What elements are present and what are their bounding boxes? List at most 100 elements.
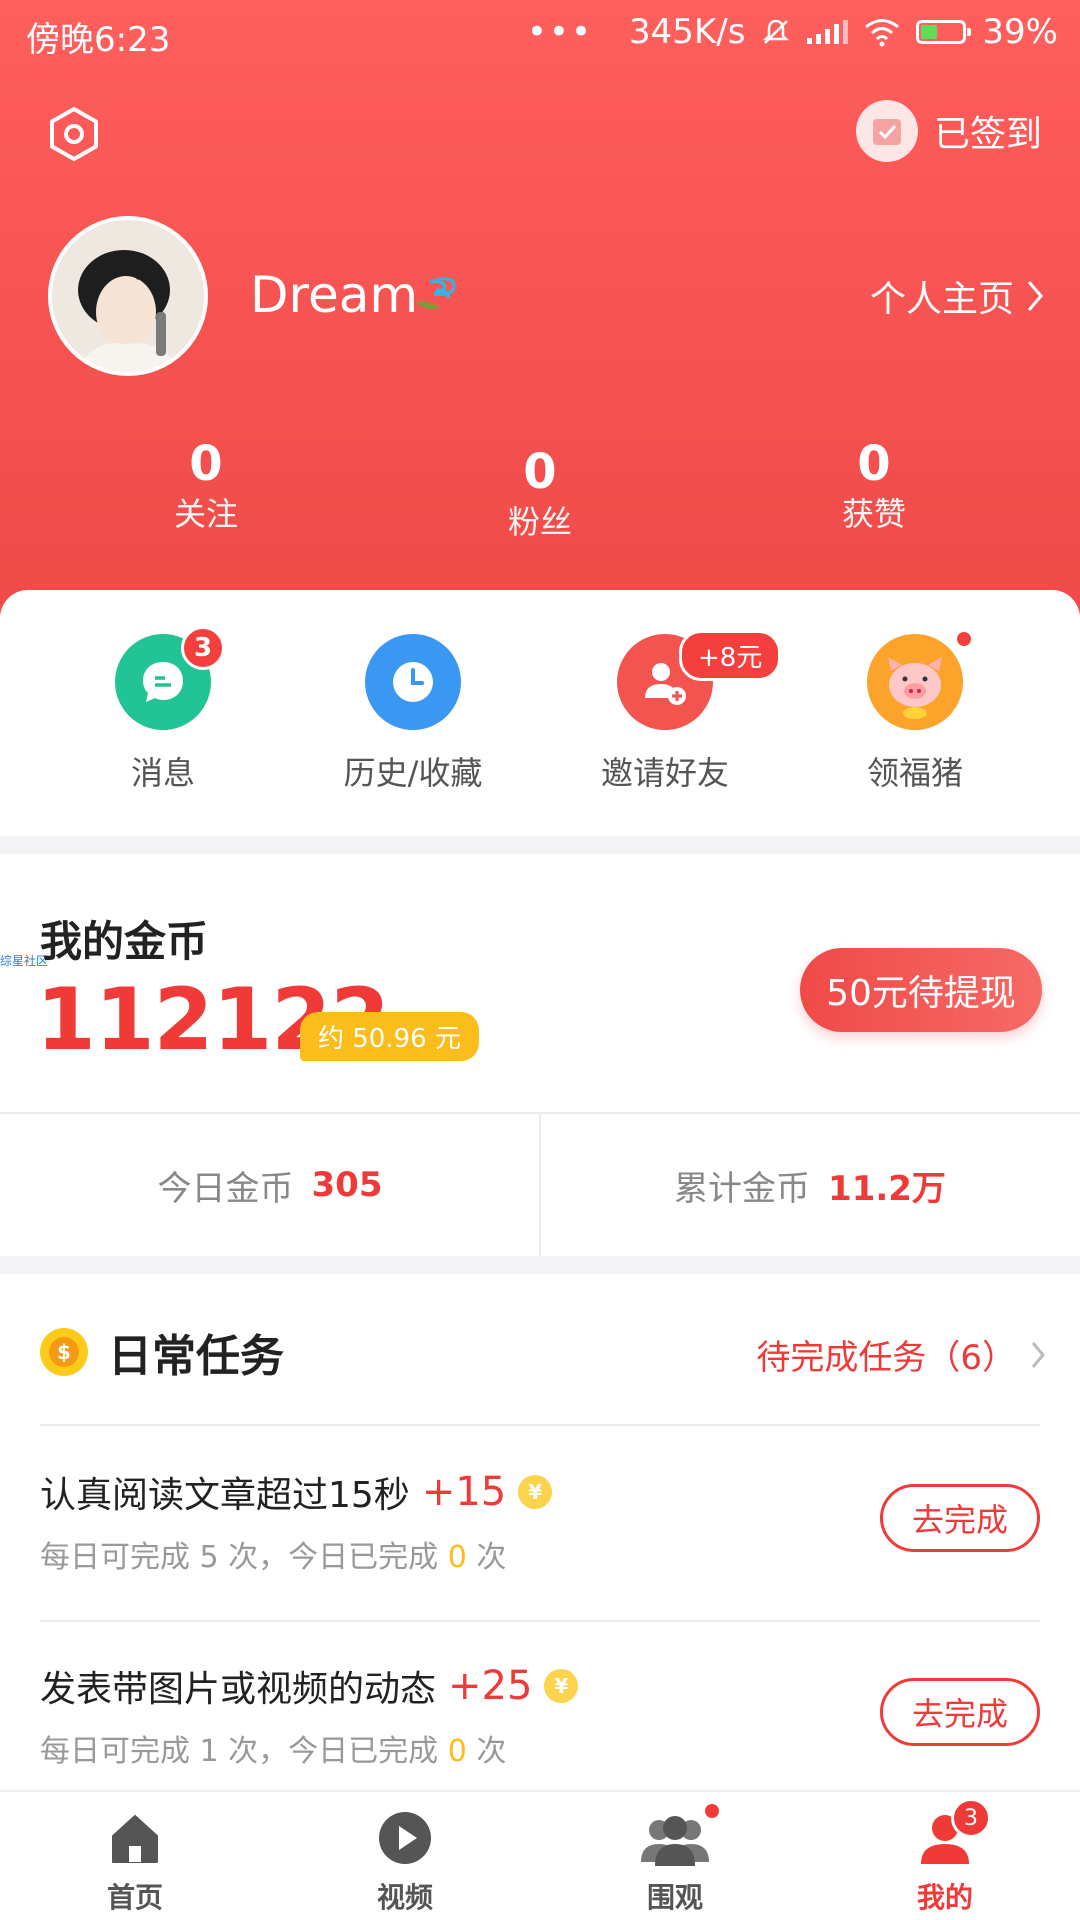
tab-spectate[interactable]: 围观 [540,1804,810,1916]
stat-likes[interactable]: 0 获赞 [774,436,974,536]
task-done-count: 0 [447,1540,467,1575]
complete-task-button[interactable]: 去完成 [880,1678,1040,1746]
play-icon [375,1808,435,1868]
profile-stats: 0 关注 0 粉丝 0 获赞 [0,436,1080,556]
tab-mine[interactable]: 3 我的 [810,1798,1080,1916]
network-speed: 345K/s [629,12,746,52]
task-progress-prefix: 每日可完成 1 次，今日已完成 [40,1734,448,1769]
profile-link-label: 个人主页 [869,279,1014,320]
task-item: 发表带图片或视频的动态 +25 ¥ 每日可完成 1 次，今日已完成 0 次 去完… [40,1660,1040,1770]
settings-icon[interactable] [44,104,104,164]
task-reward: +15 [421,1469,507,1515]
stat-label: 粉丝 [507,503,572,541]
tab-label: 围观 [646,1881,703,1914]
tab-label: 视频 [376,1881,433,1914]
clock-icon [365,634,461,730]
tab-video[interactable]: 视频 [270,1808,540,1916]
total-coins-value: 11.2万 [828,1168,946,1209]
main-card: 3 消息 历史/收藏 +8元 邀请好友 领福猪 综星社区 我的金币 112122… [0,590,1080,1790]
wifi-icon [865,19,900,47]
group-icon [641,1804,719,1868]
status-bar: 傍晚6:23 ••• 345K/s 39% [0,0,1080,66]
task-reward: +25 [448,1663,533,1709]
my-coins-title: 我的金币 [40,917,209,966]
coin-icon: ¥ [544,1669,579,1703]
bottom-tab-bar: 首页 视频 围观 3 我的 [0,1790,1080,1920]
stat-fans[interactable]: 0 粉丝 [440,444,640,544]
message-icon: 3 [115,626,225,730]
today-coins-value: 305 [311,1165,383,1205]
quick-action-messages[interactable]: 3 消息 [38,626,288,794]
daily-tasks-header: $ 日常任务 [40,1320,284,1384]
divider [40,1620,1040,1622]
divider [40,1424,1040,1426]
invite-reward-badge: +8元 [679,630,782,681]
new-dot-indicator [705,1804,719,1818]
section-divider [0,1256,1080,1274]
quick-action-invite[interactable]: +8元 邀请好友 [540,630,790,794]
task-progress-prefix: 每日可完成 5 次，今日已完成 [40,1540,448,1575]
tab-badge: 3 [951,1798,991,1838]
quick-action-history[interactable]: 历史/收藏 [288,634,538,794]
sign-in-status[interactable]: 已签到 [855,100,1042,162]
tab-label: 首页 [106,1881,163,1914]
new-dot-indicator [957,632,971,646]
coin-icon: ¥ [518,1475,553,1509]
section-divider [0,836,1080,854]
invite-user-icon: +8元 [617,630,782,730]
quick-action-lucky-pig[interactable]: 领福猪 [790,632,1040,794]
signal-icon [807,20,849,44]
user-icon: 3 [915,1798,991,1868]
stat-following[interactable]: 0 关注 [106,436,306,536]
signed-label: 已签到 [933,114,1042,155]
coin-summary: 今日金币 305 累计金币 11.2万 [0,1114,1080,1256]
chevron-right-icon [1031,1341,1045,1368]
tab-home[interactable]: 首页 [0,1808,270,1916]
level-badge-icon [416,277,456,310]
today-coins-label: 今日金币 [157,1168,294,1209]
task-done-count: 0 [447,1734,467,1769]
stat-value: 0 [189,436,223,492]
username: Dream [250,266,419,324]
svg-text:$: $ [57,1340,71,1364]
more-notifications-icon: ••• [526,12,594,52]
quick-action-label: 历史/收藏 [343,754,483,792]
withdraw-button[interactable]: 50元待提现 [800,948,1042,1032]
quick-actions: 3 消息 历史/收藏 +8元 邀请好友 领福猪 [0,590,1080,830]
calendar-check-icon [855,100,918,162]
quick-action-label: 消息 [130,754,195,792]
quick-action-label: 邀请好友 [600,754,729,792]
today-coins[interactable]: 今日金币 305 [0,1114,540,1256]
task-progress-suffix: 次 [466,1540,507,1575]
stat-label: 获赞 [841,495,906,533]
total-coins-label: 累计金币 [674,1168,811,1209]
task-title: 认真阅读文章超过15秒 [40,1475,410,1516]
pending-tasks-link[interactable]: 待完成任务（6） [756,1330,1046,1379]
battery-percent: 39% [982,12,1058,52]
battery-icon [916,20,972,44]
dollar-coin-icon: $ [40,1328,88,1376]
task-title: 发表带图片或视频的动态 [40,1669,437,1710]
stat-label: 关注 [173,495,238,533]
pending-tasks-label: 待完成任务（6） [756,1338,1016,1378]
stat-value: 0 [857,436,891,492]
avatar[interactable] [48,216,208,376]
quick-action-label: 领福猪 [866,754,963,792]
task-item: 认真阅读文章超过15秒 +15 ¥ 每日可完成 5 次，今日已完成 0 次 去完… [40,1466,1040,1576]
complete-task-button[interactable]: 去完成 [880,1484,1040,1552]
mute-bell-icon [763,19,790,44]
task-progress-suffix: 次 [466,1734,507,1769]
coins-approx-value: 约 50.96 元 [300,1012,479,1061]
status-time: 傍晚6:23 [26,20,171,60]
total-coins[interactable]: 累计金币 11.2万 [540,1114,1080,1256]
pig-icon [867,632,971,730]
battery-level [921,25,938,39]
stat-value: 0 [523,444,557,500]
chevron-right-icon [1027,281,1043,311]
message-count-badge: 3 [181,626,225,670]
profile-homepage-link[interactable]: 个人主页 [870,270,1044,322]
home-icon [105,1808,165,1868]
daily-tasks-title: 日常任务 [108,1331,284,1382]
tab-label: 我的 [916,1881,973,1914]
status-indicators: ••• 345K/s 39% [527,12,1058,52]
